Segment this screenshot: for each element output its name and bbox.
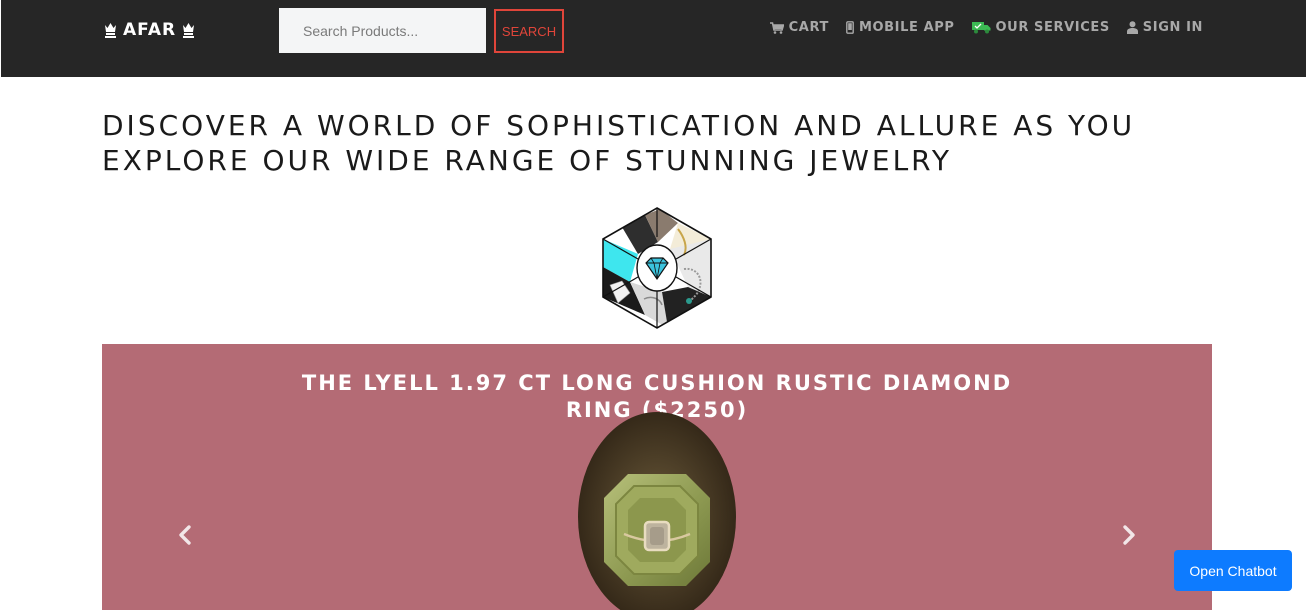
brand-logo[interactable]: AFAR bbox=[104, 20, 195, 40]
user-icon bbox=[1126, 21, 1138, 34]
nav-sign-in[interactable]: SIGN IN bbox=[1126, 20, 1203, 35]
crown-icon bbox=[183, 23, 195, 38]
mobile-icon bbox=[846, 21, 854, 34]
product-carousel: THE LYELL 1.97 CT LONG CUSHION RUSTIC DI… bbox=[102, 344, 1212, 610]
chevron-left-icon[interactable] bbox=[173, 522, 199, 548]
nav-our-services-label: OUR SERVICES bbox=[995, 20, 1110, 35]
search-input[interactable] bbox=[279, 8, 486, 53]
nav-mobile-app[interactable]: MOBILE APP bbox=[846, 20, 955, 35]
cart-icon bbox=[769, 21, 784, 34]
ring-product-image[interactable] bbox=[578, 412, 736, 610]
navbar: AFAR SEARCH CART MOBILE APP bbox=[1, 0, 1306, 77]
open-chatbot-button[interactable]: Open Chatbot bbox=[1174, 550, 1292, 591]
crown-icon bbox=[105, 23, 116, 38]
nav-our-services[interactable]: OUR SERVICES bbox=[971, 20, 1110, 35]
truck-icon bbox=[971, 22, 991, 34]
nav-mobile-app-label: MOBILE APP bbox=[858, 20, 955, 35]
search-button[interactable]: SEARCH bbox=[494, 9, 564, 53]
nav-sign-in-label: SIGN IN bbox=[1142, 20, 1203, 35]
jewelry-cube-logo bbox=[602, 207, 712, 329]
nav-cart[interactable]: CART bbox=[769, 20, 829, 35]
nav-cart-label: CART bbox=[788, 20, 829, 35]
brand-name: AFAR bbox=[123, 20, 177, 40]
nav-links: CART MOBILE APP OUR SERVICES SIGN IN bbox=[769, 20, 1203, 35]
chevron-right-icon[interactable] bbox=[1115, 522, 1141, 548]
page-headline: DISCOVER A WORLD OF SOPHISTICATION AND A… bbox=[102, 109, 1136, 177]
